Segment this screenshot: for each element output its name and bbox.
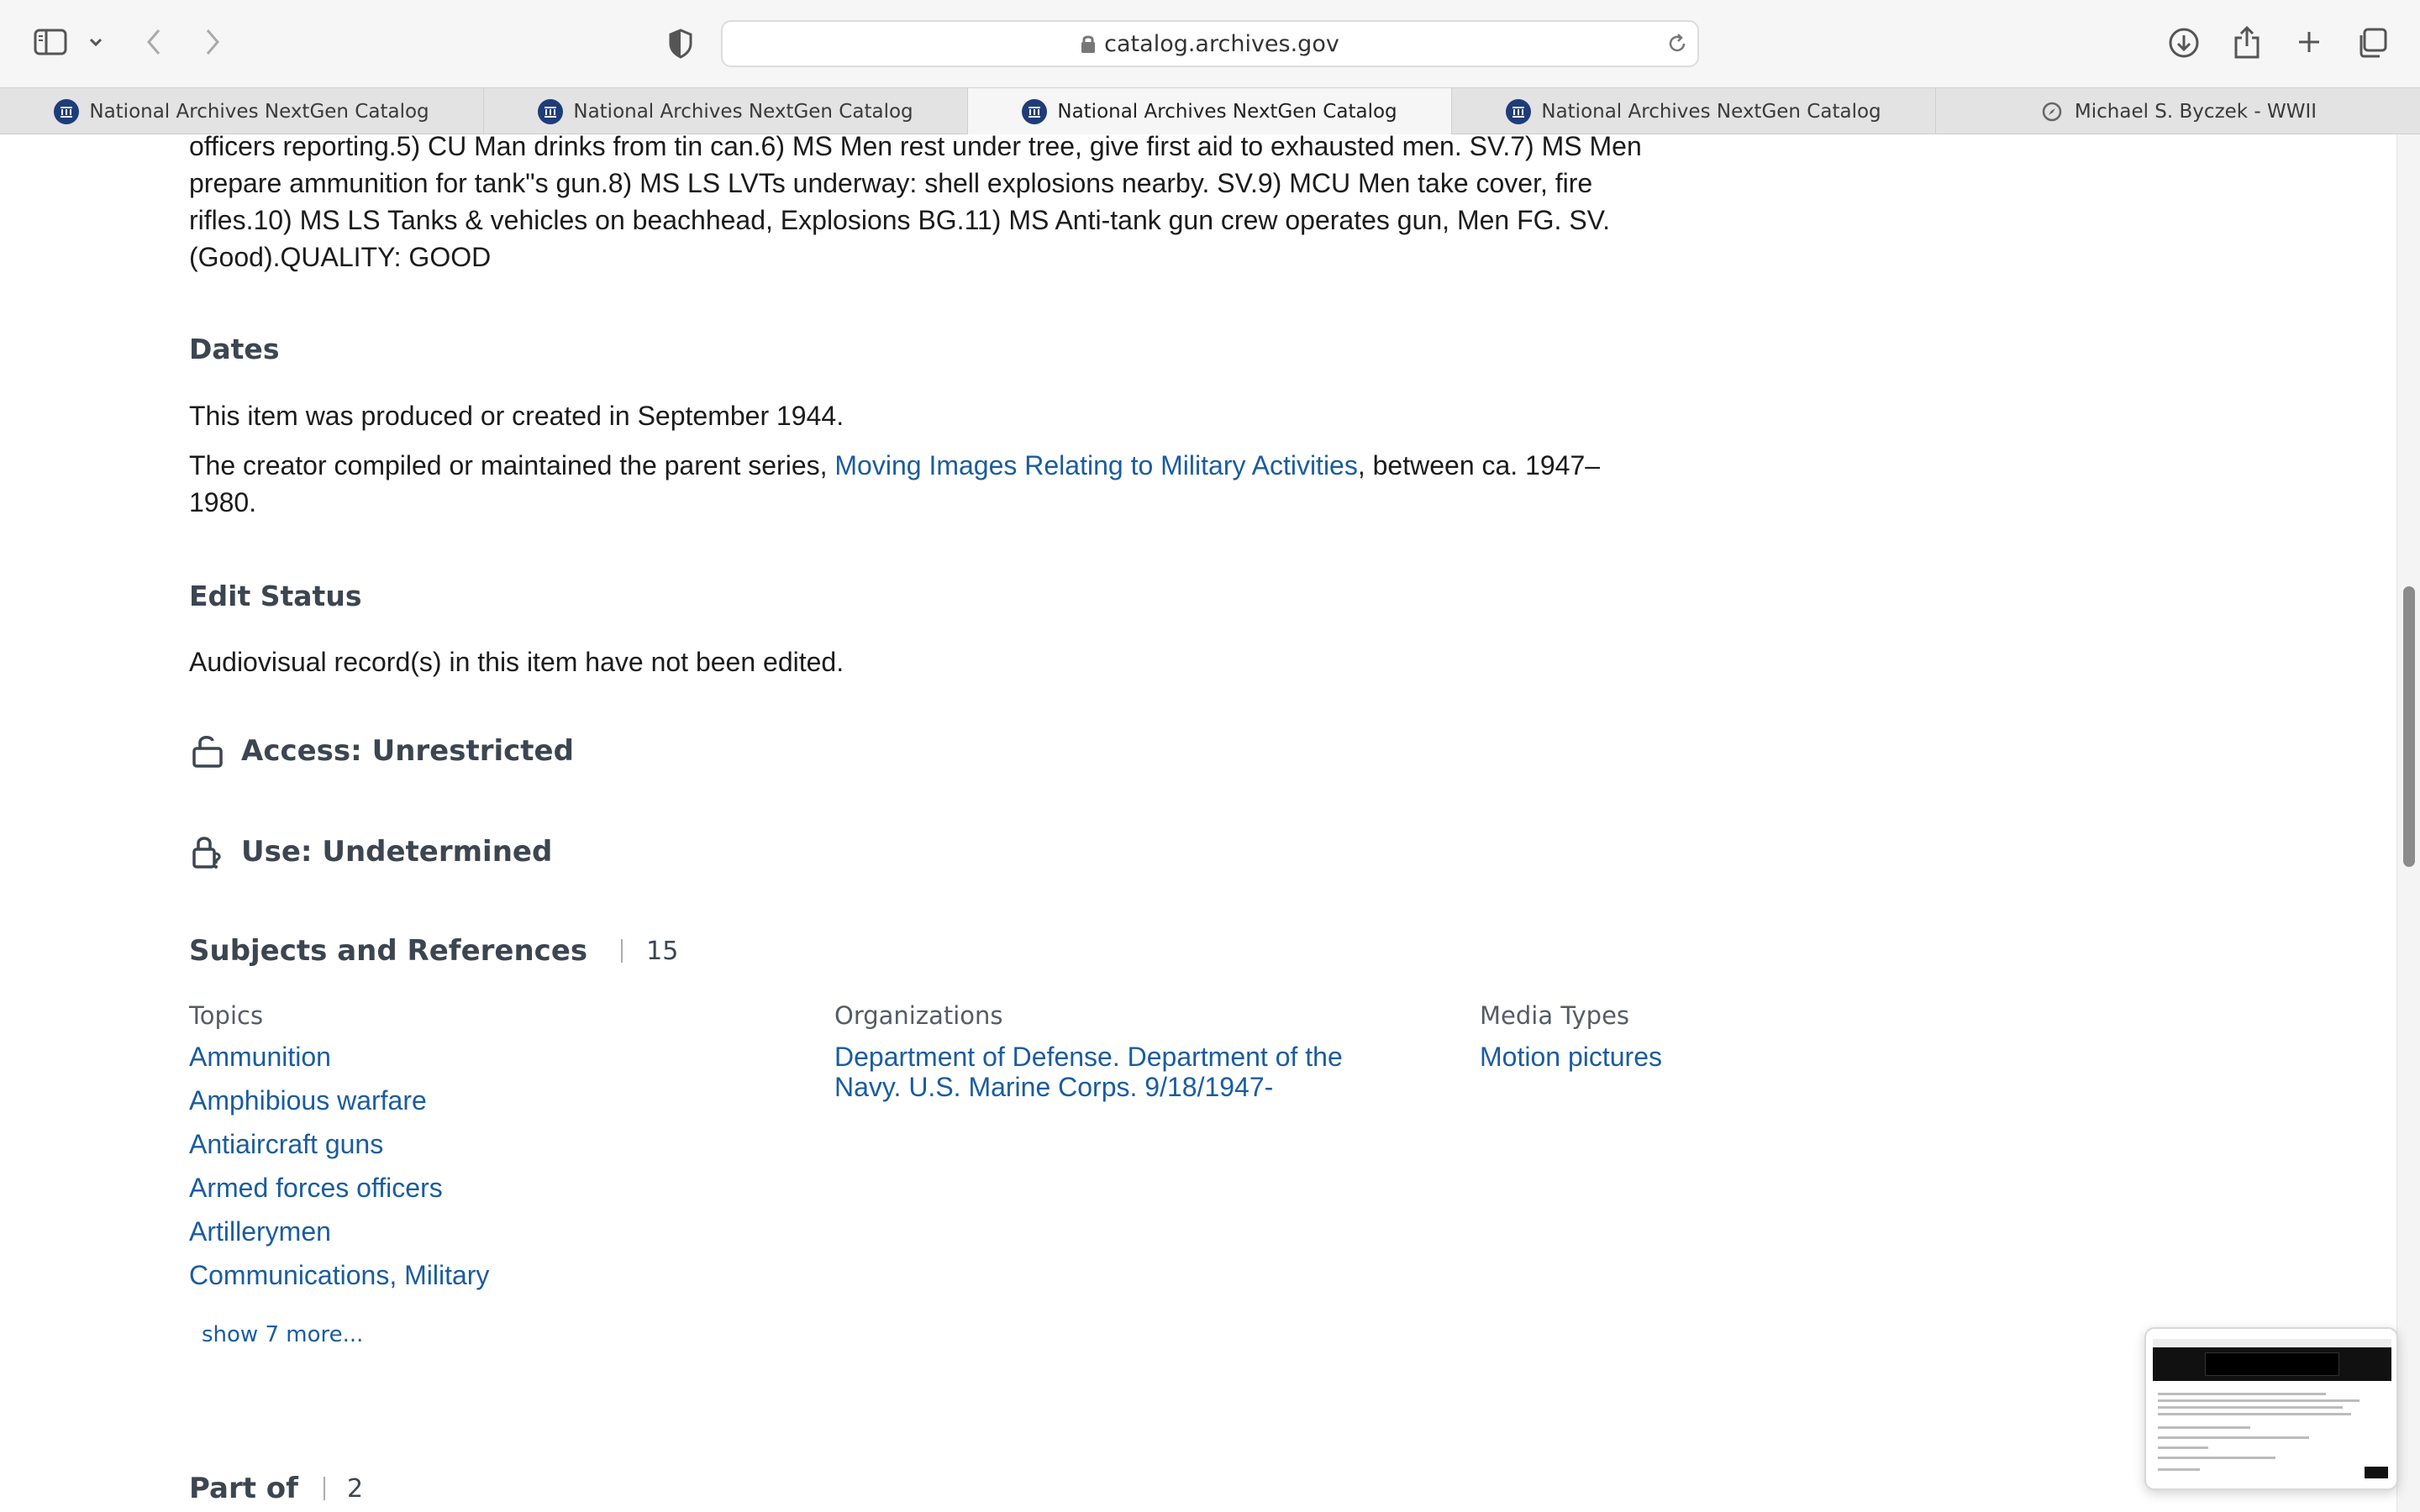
unlocked-icon (192, 736, 223, 768)
tab-label: National Archives NextGen Catalog (573, 100, 913, 123)
topic-link[interactable]: Artillerymen (189, 1216, 489, 1247)
new-tab-button[interactable] (2292, 25, 2326, 59)
part-of-header: Part of 2 (189, 1472, 363, 1505)
thumbnail-line (2158, 1468, 2200, 1471)
chevron-right-icon (206, 29, 219, 55)
description-line: officers reporting.5) CU Man drinks from… (189, 134, 1642, 161)
dates-produced: This item was produced or created in Sep… (189, 401, 844, 431)
organization-line-1: Department of Defense. Department of the (834, 1042, 1343, 1072)
description-line: rifles.10) MS LS Tanks & vehicles on bea… (189, 205, 1610, 235)
tab-label: National Archives NextGen Catalog (1057, 100, 1397, 123)
edit-status-heading: Edit Status (189, 580, 362, 612)
subjects-header: Subjects and References 15 (189, 934, 678, 968)
divider (621, 939, 623, 963)
thumbnail-line (2158, 1426, 2250, 1429)
thumbnail-line (2158, 1399, 2360, 1402)
topic-link[interactable]: Amphibious warfare (189, 1085, 489, 1116)
shield-icon (669, 29, 692, 59)
back-button[interactable] (141, 25, 166, 59)
thumbnail-toolbar (2153, 1339, 2391, 1346)
address-bar[interactable]: catalog.archives.gov (721, 20, 1699, 67)
show-more-link[interactable]: show 7 more... (202, 1322, 363, 1347)
part-of-count: 2 (346, 1473, 364, 1504)
organizations-heading: Organizations (834, 1001, 1003, 1030)
thumbnail-line (2158, 1436, 2309, 1439)
archives-icon (1506, 98, 1532, 124)
archives-icon (538, 98, 564, 124)
edit-status-text: Audiovisual record(s) in this item have … (189, 647, 844, 677)
access-row: Access: Unrestricted (189, 732, 574, 769)
tab-bar: National Archives NextGen Catalog Nation… (0, 87, 2420, 134)
download-icon (2169, 28, 2199, 58)
share-icon (2234, 25, 2260, 59)
use-row: Use: Undetermined (189, 833, 552, 870)
media-types-heading: Media Types (1480, 1001, 1630, 1030)
page-content: officers reporting.5) CU Man drinks from… (0, 134, 2396, 1512)
subjects-count: 15 (646, 936, 679, 966)
compass-icon (2039, 99, 2065, 124)
tab-national-archives-2[interactable]: National Archives NextGen Catalog (484, 88, 968, 134)
tab-label: National Archives NextGen Catalog (89, 100, 429, 123)
tab-overview-button[interactable] (2354, 25, 2390, 60)
media-type-link[interactable]: Motion pictures (1480, 1042, 1662, 1072)
access-label: Access: Unrestricted (241, 734, 574, 768)
description-line: (Good).QUALITY: GOOD (189, 242, 492, 272)
topic-link[interactable]: Armed forces officers (189, 1173, 489, 1203)
lock-icon (1081, 35, 1096, 53)
plus-icon (2299, 32, 2319, 52)
forward-button[interactable] (200, 25, 225, 59)
tab-michael-byczek-wwii[interactable]: Michael S. Byczek - WWII (1936, 88, 2420, 134)
topics-heading: Topics (189, 1001, 264, 1030)
archives-icon (54, 98, 80, 124)
scrollbar-thumb[interactable] (2403, 586, 2415, 867)
thumbnail-line (2158, 1406, 2343, 1409)
sidebar-menu-button[interactable] (86, 32, 106, 52)
reload-icon[interactable] (1665, 32, 1689, 55)
part-of-heading: Part of (189, 1472, 298, 1505)
topic-link[interactable]: Ammunition (189, 1042, 489, 1072)
dates-heading: Dates (189, 333, 280, 365)
divider (323, 1477, 325, 1500)
thumbnail-line (2158, 1446, 2208, 1449)
parent-series-link[interactable]: Moving Images Relating to Military Activ… (834, 450, 1357, 480)
archives-icon (1022, 98, 1048, 124)
sidebar-toggle-button[interactable] (32, 27, 69, 57)
tab-label: National Archives NextGen Catalog (1541, 100, 1881, 123)
tab-national-archives-3[interactable]: National Archives NextGen Catalog (968, 88, 1452, 134)
sidebar-icon (34, 29, 67, 55)
tab-national-archives-4[interactable]: National Archives NextGen Catalog (1452, 88, 1936, 134)
parent-series-suffix: , between ca. 1947– (1357, 450, 1601, 480)
parent-series-prefix: The creator compiled or maintained the p… (189, 450, 835, 480)
description-text: officers reporting.5) CU Man drinks from… (189, 134, 1642, 276)
screenshot-thumbnail[interactable] (2144, 1327, 2398, 1490)
thumbnail-line (2158, 1413, 2351, 1415)
organization-link[interactable]: Department of Defense. Department of the… (834, 1042, 1343, 1102)
use-label: Use: Undetermined (241, 835, 553, 869)
share-button[interactable] (2230, 24, 2264, 60)
parent-series-suffix-2: 1980. (189, 487, 257, 517)
thumbnail-line (2158, 1393, 2326, 1395)
thumbnail-line (2158, 1457, 2275, 1459)
use-lock-icon (192, 837, 221, 869)
topic-link[interactable]: Antiaircraft guns (189, 1129, 489, 1159)
description-line: prepare ammunition for tank"s gun.8) MS … (189, 168, 1593, 198)
thumbnail-redaction (2205, 1352, 2339, 1376)
chevron-down-icon (89, 38, 103, 47)
chevron-left-icon (147, 29, 160, 55)
dates-parent-series: The creator compiled or maintained the p… (189, 447, 1600, 521)
url-text: catalog.archives.gov (1104, 30, 1339, 57)
organizations-column: Organizations Department of Defense. Dep… (834, 1001, 1343, 1116)
subjects-heading: Subjects and References (189, 934, 588, 968)
media-types-column: Media Types Motion pictures (1480, 1001, 1662, 1085)
topics-column: Topics Ammunition Amphibious warfare Ant… (189, 1001, 489, 1304)
tabs-overview-icon (2360, 28, 2387, 58)
topic-link[interactable]: Communications, Military (189, 1260, 489, 1290)
downloads-button[interactable] (2166, 25, 2202, 60)
browser-toolbar: catalog.archives.gov (0, 0, 2420, 87)
tab-label: Michael S. Byczek - WWII (2074, 100, 2317, 123)
organization-line-2: Navy. U.S. Marine Corps. 9/18/1947- (834, 1072, 1274, 1102)
thumbnail-button (2365, 1467, 2388, 1478)
privacy-report-button[interactable] (664, 27, 697, 60)
tab-national-archives-1[interactable]: National Archives NextGen Catalog (0, 88, 484, 134)
